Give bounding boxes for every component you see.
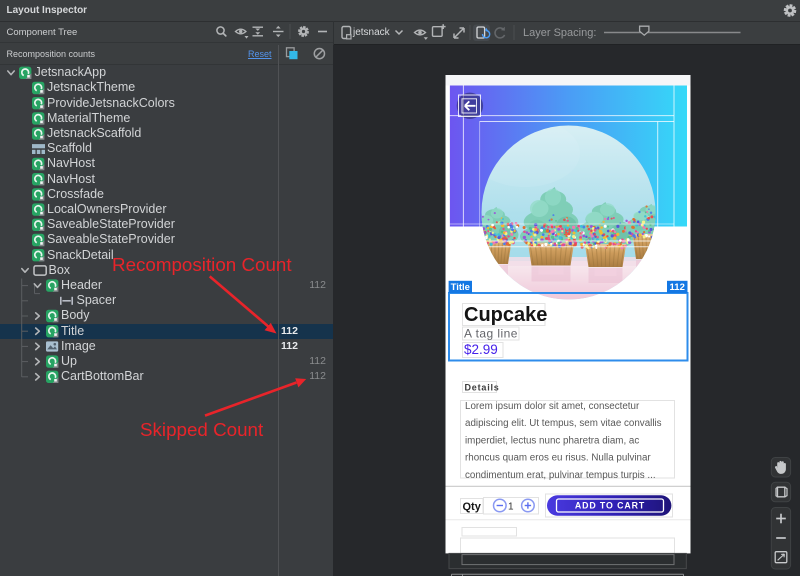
svg-text:Recomposition Count: Recomposition Count (112, 254, 292, 275)
svg-text:Skipped Count: Skipped Count (140, 419, 264, 440)
